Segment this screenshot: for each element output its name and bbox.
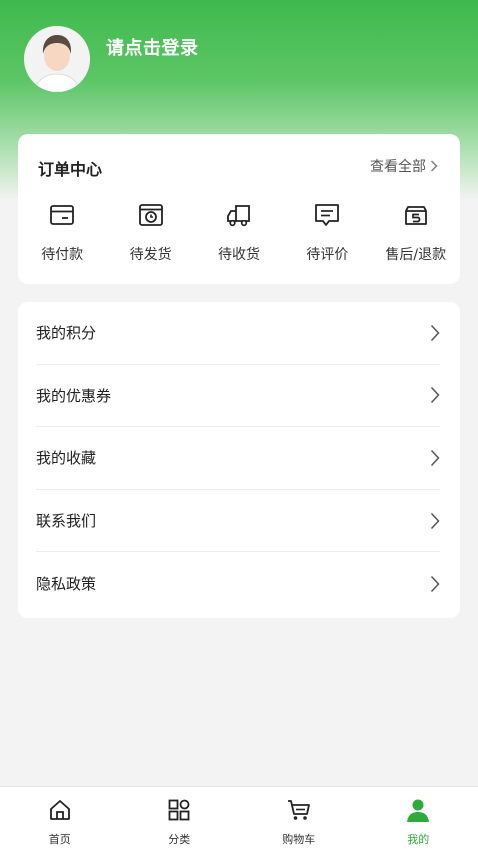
home-icon bbox=[47, 797, 73, 823]
menu-item-label: 我的积分 bbox=[36, 324, 97, 343]
chevron-right-icon bbox=[430, 324, 440, 341]
order-item-pending-shipment[interactable]: 待发货 bbox=[106, 202, 194, 264]
order-center-card: 订单中心 查看全部 待付款 待发货 待收货 待评价 售后/退款 bbox=[18, 134, 460, 284]
tab-mine[interactable]: 我的 bbox=[359, 787, 478, 850]
order-status-row: 待付款 待发货 待收货 待评价 售后/退款 bbox=[18, 202, 460, 264]
category-icon bbox=[166, 797, 192, 823]
avatar-image bbox=[24, 26, 90, 92]
bottom-tab-bar: 首页 分类 购物车 我的 bbox=[0, 786, 478, 850]
order-item-label: 待发货 bbox=[129, 247, 172, 263]
menu-card: 我的积分 我的优惠券 我的收藏 联系我们 隐私政策 bbox=[18, 302, 460, 618]
menu-item-privacy-policy[interactable]: 隐私政策 bbox=[36, 552, 440, 615]
order-item-label: 待付款 bbox=[41, 247, 84, 263]
menu-item-label: 我的优惠券 bbox=[36, 386, 112, 405]
chevron-right-icon bbox=[430, 512, 440, 529]
truck-icon bbox=[226, 202, 252, 228]
order-item-pending-receipt[interactable]: 待收货 bbox=[195, 202, 283, 264]
wallet-icon bbox=[49, 202, 75, 228]
menu-item-favorites[interactable]: 我的收藏 bbox=[36, 427, 440, 490]
user-icon bbox=[405, 797, 431, 823]
avatar[interactable] bbox=[24, 26, 90, 92]
chevron-right-icon bbox=[430, 449, 440, 466]
order-center-title: 订单中心 bbox=[38, 160, 103, 179]
tab-label: 我的 bbox=[407, 833, 430, 846]
order-item-after-sales[interactable]: 售后/退款 bbox=[372, 202, 460, 264]
login-prompt[interactable]: 请点击登录 bbox=[106, 34, 199, 60]
menu-item-label: 我的收藏 bbox=[36, 449, 97, 468]
menu-item-contact-us[interactable]: 联系我们 bbox=[36, 490, 440, 553]
order-item-label: 待评价 bbox=[306, 247, 349, 263]
chevron-right-icon bbox=[430, 387, 440, 404]
tab-home[interactable]: 首页 bbox=[0, 787, 120, 850]
tab-label: 首页 bbox=[48, 833, 71, 846]
order-item-pending-review[interactable]: 待评价 bbox=[283, 202, 371, 264]
tab-label: 购物车 bbox=[282, 833, 316, 846]
order-item-pending-payment[interactable]: 待付款 bbox=[18, 202, 106, 264]
order-item-label: 待收货 bbox=[217, 247, 260, 263]
tab-label: 分类 bbox=[168, 833, 191, 846]
chevron-right-icon bbox=[431, 160, 438, 172]
tab-cart[interactable]: 购物车 bbox=[239, 787, 359, 850]
menu-item-points[interactable]: 我的积分 bbox=[36, 302, 440, 365]
comment-icon bbox=[314, 202, 340, 228]
menu-item-label: 联系我们 bbox=[36, 512, 97, 531]
cart-icon bbox=[286, 797, 312, 823]
chevron-right-icon bbox=[430, 575, 440, 592]
menu-item-label: 隐私政策 bbox=[36, 575, 97, 594]
tab-category[interactable]: 分类 bbox=[120, 787, 240, 850]
refund-icon bbox=[403, 202, 429, 228]
order-item-label: 售后/退款 bbox=[385, 247, 447, 263]
view-all-orders-link[interactable]: 查看全部 bbox=[370, 156, 438, 176]
box-icon bbox=[138, 202, 164, 228]
view-all-label: 查看全部 bbox=[370, 159, 426, 175]
menu-item-coupons[interactable]: 我的优惠券 bbox=[36, 365, 440, 428]
